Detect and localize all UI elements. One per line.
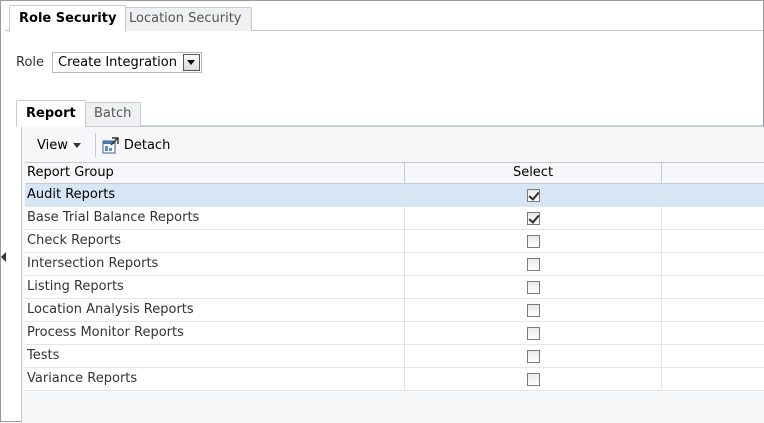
- filler-cell: [662, 322, 764, 344]
- select-cell: [405, 253, 662, 275]
- select-cell: [405, 207, 662, 229]
- filler-cell: [662, 184, 764, 206]
- detach-button[interactable]: Detach: [102, 136, 171, 154]
- select-checkbox[interactable]: [526, 326, 540, 340]
- report-group-name: Location Analysis Reports: [25, 299, 405, 321]
- select-checkbox[interactable]: [526, 188, 540, 202]
- filler-cell: [662, 299, 764, 321]
- table-row[interactable]: Location Analysis Reports: [25, 299, 764, 322]
- report-group-name: Base Trial Balance Reports: [25, 207, 405, 229]
- select-cell: [405, 276, 662, 298]
- chevron-down-icon: [187, 59, 196, 65]
- tab-batch[interactable]: Batch: [84, 102, 142, 126]
- table-row[interactable]: Check Reports: [25, 230, 764, 253]
- report-group-name: Listing Reports: [25, 276, 405, 298]
- report-group-name: Process Monitor Reports: [25, 322, 405, 344]
- collapse-left-icon: [1, 252, 6, 262]
- window-frame: Role Security Location Security Role Cre…: [0, 0, 764, 423]
- select-cell: [405, 230, 662, 252]
- select-checkbox[interactable]: [526, 280, 540, 294]
- role-select-value: Create Integration: [58, 54, 177, 70]
- table-row[interactable]: Intersection Reports: [25, 253, 764, 276]
- table-toolbar: View Detach: [25, 132, 764, 158]
- report-group-name: Audit Reports: [25, 184, 405, 206]
- table-row[interactable]: Base Trial Balance Reports: [25, 207, 764, 230]
- select-cell: [405, 299, 662, 321]
- role-dropdown-button[interactable]: [182, 53, 200, 71]
- select-checkbox[interactable]: [526, 372, 540, 386]
- select-cell: [405, 368, 662, 390]
- detach-icon: [102, 136, 119, 153]
- tab-role-security[interactable]: Role Security: [9, 5, 127, 32]
- toolbar-divider: [94, 133, 96, 157]
- tab-report[interactable]: Report: [16, 100, 86, 127]
- role-label: Role: [16, 54, 45, 70]
- report-group-name: Tests: [25, 345, 405, 367]
- select-cell: [405, 184, 662, 206]
- select-checkbox[interactable]: [526, 211, 540, 225]
- table-row[interactable]: Listing Reports: [25, 276, 764, 299]
- role-row: Role Create Integration: [16, 51, 202, 73]
- filler-cell: [662, 276, 764, 298]
- collapse-handle[interactable]: [1, 251, 7, 263]
- table-row[interactable]: Variance Reports: [25, 368, 764, 391]
- filler-cell: [662, 230, 764, 252]
- detach-label: Detach: [123, 137, 171, 153]
- report-group-table: Report Group Select Audit Reports Base Tr…: [25, 162, 764, 391]
- report-panel: View Detach Report Group Select Audit Re…: [21, 126, 764, 423]
- report-group-name: Check Reports: [25, 230, 405, 252]
- select-checkbox[interactable]: [526, 234, 540, 248]
- filler-cell: [662, 368, 764, 390]
- column-header-report-group[interactable]: Report Group: [25, 163, 405, 183]
- column-header-select[interactable]: Select: [405, 163, 662, 183]
- table-row[interactable]: Tests: [25, 345, 764, 368]
- view-menu-button[interactable]: View: [25, 133, 87, 157]
- report-group-name: Variance Reports: [25, 368, 405, 390]
- view-menu-label: View: [37, 137, 68, 153]
- security-tabbar: Role Security Location Security: [5, 5, 763, 32]
- column-header-filler: [662, 163, 764, 183]
- caret-down-icon: [72, 142, 81, 148]
- select-checkbox[interactable]: [526, 349, 540, 363]
- filler-cell: [662, 253, 764, 275]
- tab-location-security[interactable]: Location Security: [119, 7, 252, 31]
- select-checkbox[interactable]: [526, 257, 540, 271]
- report-subtabbar: Report Batch: [16, 100, 763, 127]
- table-body: Audit Reports Base Trial Balance Reports C…: [25, 184, 764, 391]
- select-cell: [405, 322, 662, 344]
- report-group-name: Intersection Reports: [25, 253, 405, 275]
- table-row[interactable]: Audit Reports: [25, 184, 764, 207]
- filler-cell: [662, 207, 764, 229]
- filler-cell: [662, 345, 764, 367]
- select-cell: [405, 345, 662, 367]
- role-select[interactable]: Create Integration: [52, 51, 202, 73]
- table-header: Report Group Select: [25, 163, 764, 184]
- select-checkbox[interactable]: [526, 303, 540, 317]
- table-row[interactable]: Process Monitor Reports: [25, 322, 764, 345]
